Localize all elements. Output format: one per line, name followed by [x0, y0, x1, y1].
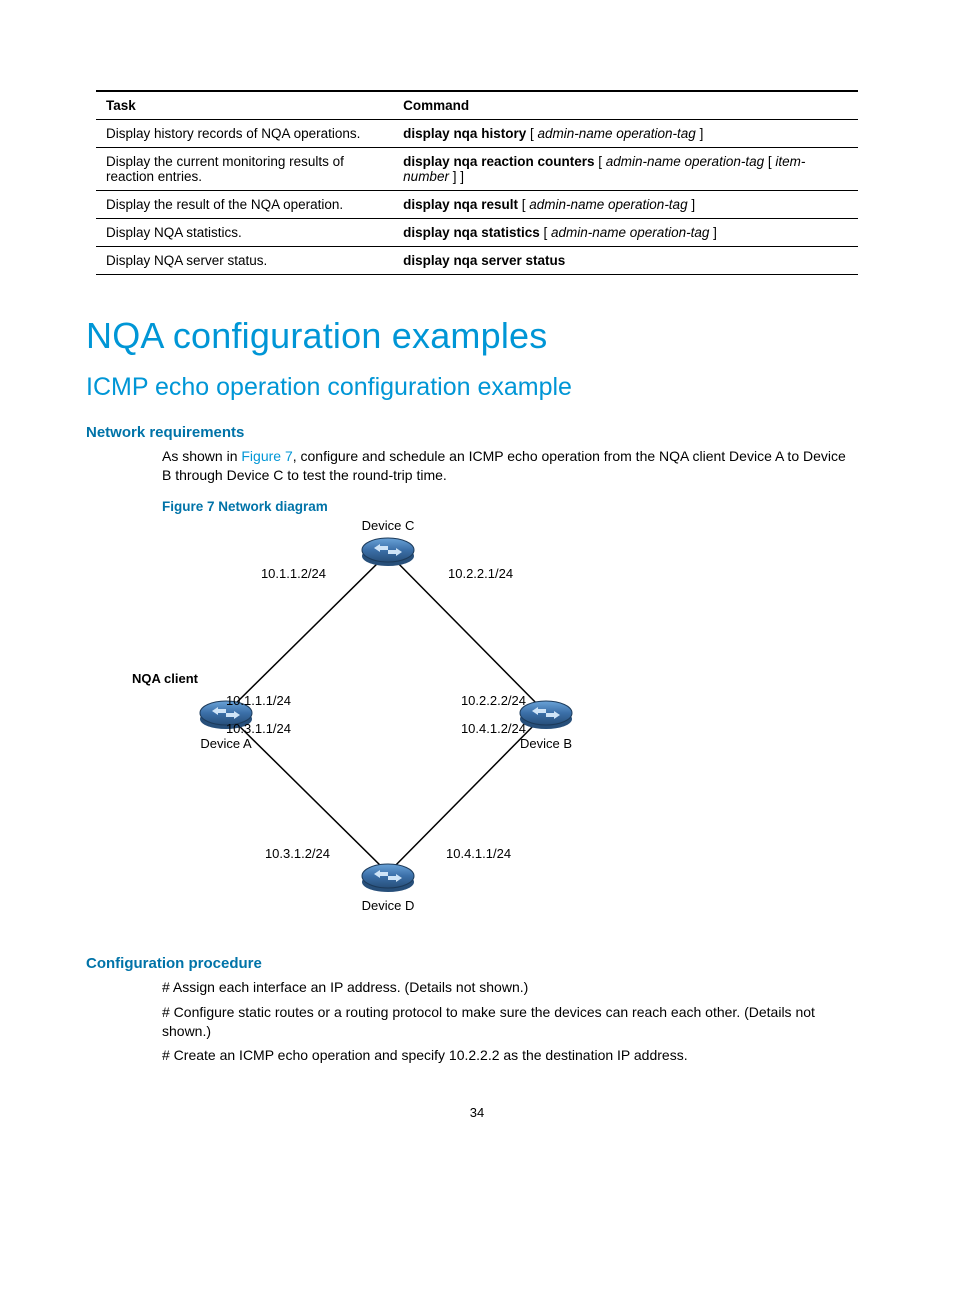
subsection-configuration-procedure: Configuration procedure [86, 955, 858, 972]
label-ip: 10.4.1.2/24 [461, 721, 526, 736]
command-arg: admin-name operation-tag [537, 126, 695, 141]
label-device-d: Device D [362, 898, 415, 913]
figure-caption: Figure 7 Network diagram [162, 499, 858, 514]
label-ip: 10.3.1.2/24 [265, 846, 330, 861]
command-cell: display nqa history [ admin-name operati… [393, 120, 858, 148]
procedure-step: # Configure static routes or a routing p… [162, 1003, 858, 1041]
netreq-paragraph: As shown in Figure 7, configure and sche… [162, 447, 858, 485]
task-cell: Display the current monitoring results o… [96, 148, 393, 191]
command-arg: admin-name operation-tag [551, 225, 709, 240]
task-cell: Display NQA statistics. [96, 219, 393, 247]
text: As shown in [162, 448, 241, 464]
command-table: Task Command Display history records of … [96, 90, 858, 275]
network-diagram: Device C 10.1.1.2/24 10.2.2.1/24 NQA cli… [126, 518, 858, 933]
command-cell: display nqa statistics [ admin-name oper… [393, 219, 858, 247]
label-ip: 10.2.2.1/24 [448, 566, 513, 581]
command-cell: display nqa result [ admin-name operatio… [393, 191, 858, 219]
label-ip: 10.3.1.1/24 [226, 721, 291, 736]
label-ip: 10.1.1.1/24 [226, 693, 291, 708]
table-row: Display NQA statistics.display nqa stati… [96, 219, 858, 247]
page-number: 34 [96, 1105, 858, 1120]
label-nqa-client: NQA client [132, 671, 199, 686]
label-device-c: Device C [362, 518, 415, 533]
label-device-a: Device A [200, 736, 252, 751]
label-ip: 10.1.1.2/24 [261, 566, 326, 581]
figure-link[interactable]: Figure 7 [241, 448, 292, 464]
command-arg: admin-name operation-tag [606, 154, 764, 169]
table-row: Display the result of the NQA operation.… [96, 191, 858, 219]
table-row: Display NQA server status. display nqa se… [96, 247, 858, 275]
table-row: Display history records of NQA operation… [96, 120, 858, 148]
label-device-b: Device B [520, 736, 572, 751]
command-cell: display nqa reaction counters [ admin-na… [393, 148, 858, 191]
command-keyword: display nqa result [403, 197, 518, 212]
page-title: NQA configuration examples [86, 315, 858, 357]
task-cell: Display history records of NQA operation… [96, 120, 393, 148]
command-keyword: display nqa server status [403, 253, 565, 268]
col-command: Command [393, 91, 858, 120]
section-title: ICMP echo operation configuration exampl… [86, 373, 858, 402]
task-cell: Display the result of the NQA operation. [96, 191, 393, 219]
command-cell: display nqa server status [393, 247, 858, 275]
label-ip: 10.2.2.2/24 [461, 693, 526, 708]
procedure-step: # Assign each interface an IP address. (… [162, 978, 858, 997]
subsection-network-requirements: Network requirements [86, 424, 858, 441]
command-keyword: display nqa history [403, 126, 526, 141]
command-keyword: display nqa reaction counters [403, 154, 594, 169]
task-cell: Display NQA server status. [96, 247, 393, 275]
table-row: Display the current monitoring results o… [96, 148, 858, 191]
procedure-step: # Create an ICMP echo operation and spec… [162, 1046, 858, 1065]
command-arg: admin-name operation-tag [529, 197, 687, 212]
col-task: Task [96, 91, 393, 120]
label-ip: 10.4.1.1/24 [446, 846, 511, 861]
command-keyword: display nqa statistics [403, 225, 540, 240]
